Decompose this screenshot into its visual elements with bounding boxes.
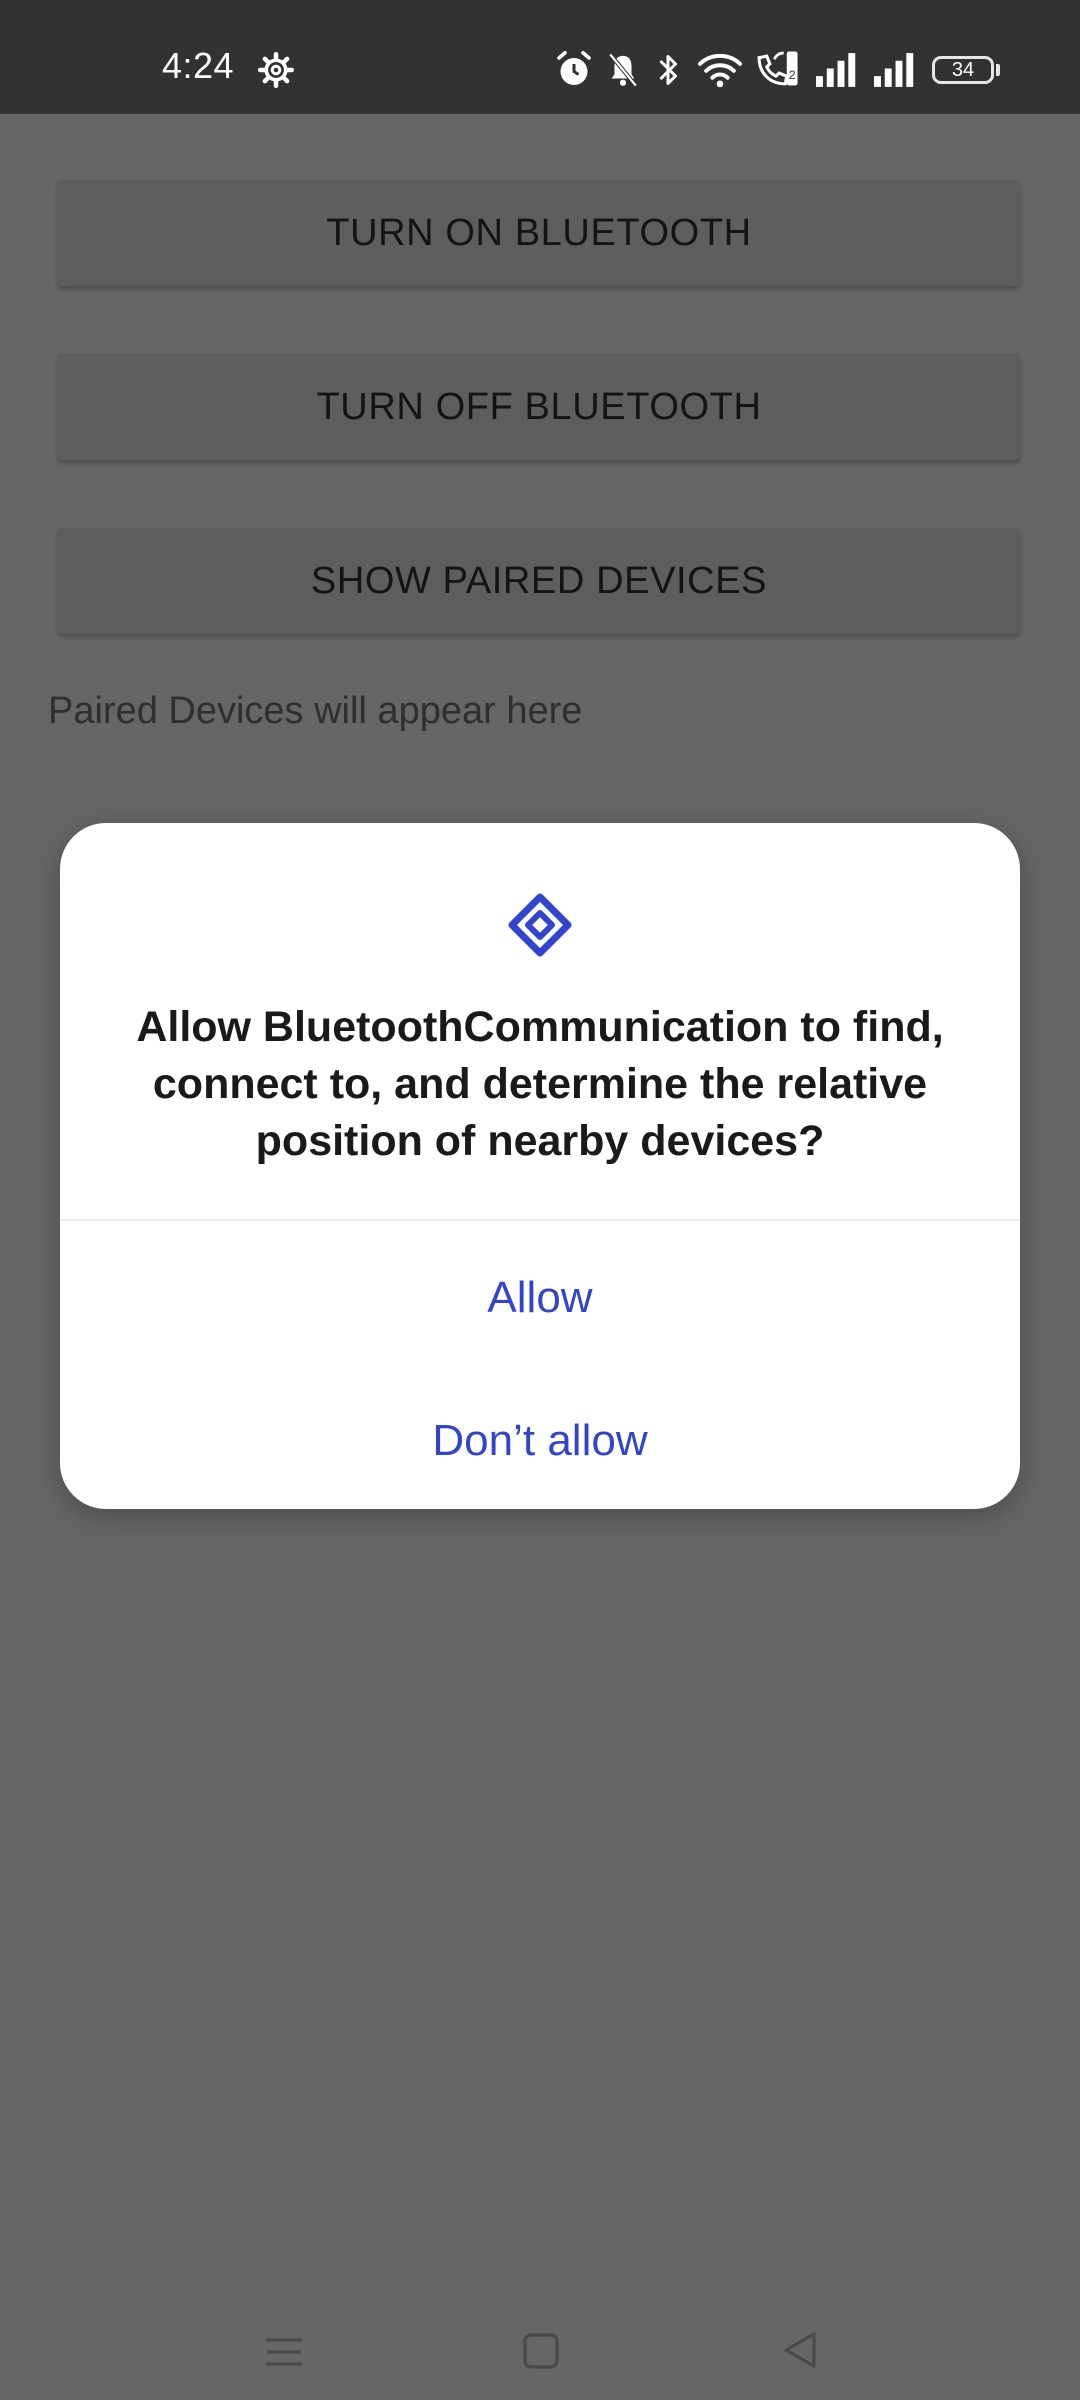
dialog-divider [60, 1219, 1020, 1221]
signal-1-icon [816, 53, 856, 87]
wifi-calling-icon: 2 [757, 51, 798, 86]
battery-tip [996, 64, 1000, 76]
battery-icon: 34 [932, 56, 994, 84]
dont-allow-button[interactable]: Don’t allow [60, 1386, 1020, 1496]
status-time: 4:24 [162, 45, 235, 86]
settings-gear-icon [258, 52, 294, 88]
allow-button[interactable]: Allow [60, 1243, 1020, 1353]
status-bar: 4:24 2 34 [0, 0, 1080, 114]
paired-devices-placeholder: Paired Devices will appear here [48, 690, 583, 732]
turn-off-bluetooth-button[interactable]: TURN OFF BLUETOOTH [58, 354, 1020, 460]
alarm-icon [557, 50, 591, 85]
wifi-icon [698, 53, 742, 88]
navigation-bar [0, 2300, 1080, 2400]
signal-2-icon [874, 53, 914, 87]
nearby-devices-icon [508, 893, 572, 957]
dialog-title: Allow BluetoothCommunication to find, co… [136, 1003, 944, 1165]
menu-icon[interactable] [264, 2332, 304, 2372]
back-icon[interactable] [780, 2330, 820, 2370]
permission-dialog: Allow BluetoothCommunication to find, co… [60, 823, 1020, 1509]
turn-on-bluetooth-button[interactable]: TURN ON BLUETOOTH [58, 180, 1020, 286]
mute-icon [608, 53, 638, 87]
svg-text:2: 2 [789, 68, 796, 82]
bluetooth-icon [659, 55, 677, 85]
show-paired-devices-button[interactable]: SHOW PAIRED DEVICES [58, 528, 1020, 634]
home-icon[interactable] [522, 2332, 560, 2370]
